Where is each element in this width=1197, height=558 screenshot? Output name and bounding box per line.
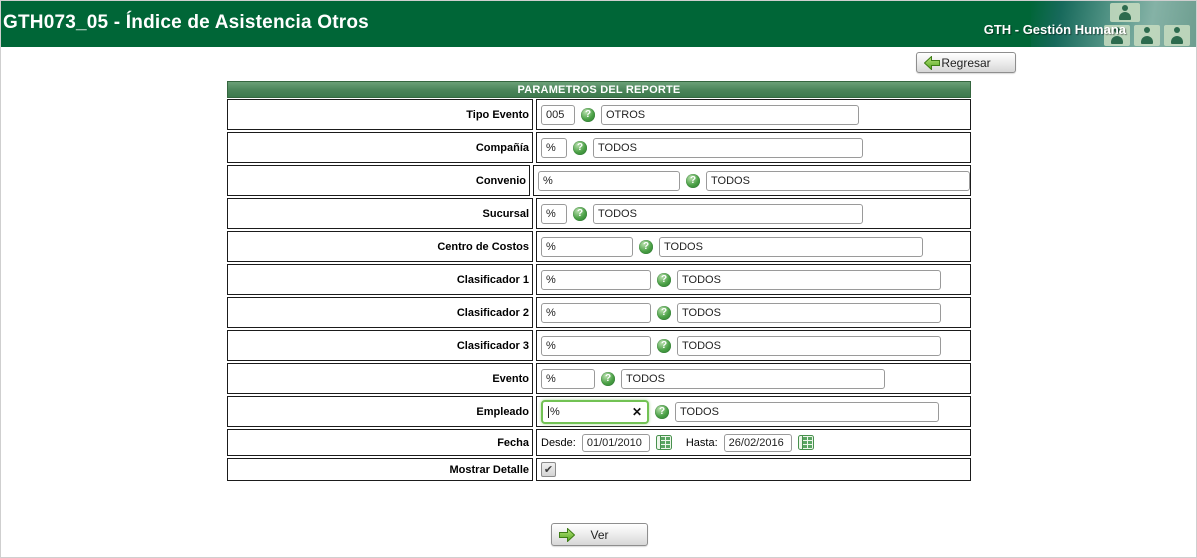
person-icon <box>1164 25 1190 46</box>
empleado-fields: % <box>536 396 971 427</box>
convenio-desc-input[interactable] <box>706 170 970 191</box>
sucursal-label: Sucursal <box>227 198 533 229</box>
table-title: PARAMETROS DEL REPORTE <box>227 81 971 98</box>
help-icon[interactable] <box>655 404 669 419</box>
row-fecha: Fecha Desde: Hasta: <box>227 429 971 456</box>
row-empleado: Empleado % <box>227 396 971 427</box>
help-icon[interactable] <box>686 173 700 188</box>
sucursal-fields <box>536 198 971 229</box>
empleado-code-input[interactable]: % <box>541 399 649 424</box>
mostrar-detalle-fields <box>536 458 971 481</box>
empleado-label: Empleado <box>227 396 533 427</box>
clasificador3-fields <box>536 330 971 361</box>
compania-fields <box>536 132 971 163</box>
convenio-code-input[interactable] <box>538 170 680 191</box>
app-window: GTH073_05 - Índice de Asistencia Otros G… <box>0 0 1197 558</box>
sucursal-code-input[interactable] <box>541 203 567 224</box>
clasificador1-label: Clasificador 1 <box>227 264 533 295</box>
tipo-evento-fields <box>536 99 971 130</box>
page-title: GTH073_05 - Índice de Asistencia Otros <box>3 12 369 33</box>
fecha-hasta-input[interactable] <box>723 433 792 452</box>
centro-costos-code-input[interactable] <box>541 236 633 257</box>
mostrar-detalle-checkbox[interactable] <box>541 462 556 477</box>
evento-code-input[interactable] <box>541 368 595 389</box>
row-sucursal: Sucursal <box>227 198 971 229</box>
row-mostrar-detalle: Mostrar Detalle <box>227 458 971 481</box>
row-evento: Evento <box>227 363 971 394</box>
clasificador3-desc-input[interactable] <box>677 335 941 356</box>
convenio-label: Convenio <box>227 165 530 196</box>
tipo-evento-desc-input[interactable] <box>601 104 859 125</box>
calendar-icon[interactable] <box>797 435 814 450</box>
tipo-evento-code-input[interactable] <box>541 104 575 125</box>
help-icon[interactable] <box>639 239 653 254</box>
arrow-left-icon <box>924 55 940 70</box>
fecha-fields: Desde: Hasta: <box>536 429 971 456</box>
regresar-button[interactable]: Regresar <box>916 52 1016 73</box>
empleado-code-value: % <box>550 405 560 418</box>
help-icon[interactable] <box>601 371 615 386</box>
compania-desc-input[interactable] <box>593 137 863 158</box>
header-bar: GTH073_05 - Índice de Asistencia Otros G… <box>1 1 1196 47</box>
mostrar-detalle-label: Mostrar Detalle <box>227 458 533 481</box>
arrow-right-icon <box>559 527 575 542</box>
person-icon <box>1110 3 1140 22</box>
centro-costos-fields <box>536 231 971 262</box>
clasificador1-desc-input[interactable] <box>677 269 941 290</box>
row-centro-de-costos: Centro de Costos <box>227 231 971 262</box>
clasificador1-fields <box>536 264 971 295</box>
desde-label: Desde: <box>541 436 576 449</box>
row-compania: Compañía <box>227 132 971 163</box>
centro-costos-desc-input[interactable] <box>659 236 923 257</box>
clasificador3-code-input[interactable] <box>541 335 651 356</box>
help-icon[interactable] <box>581 107 595 122</box>
compania-label: Compañía <box>227 132 533 163</box>
row-convenio: Convenio <box>227 165 971 196</box>
clasificador3-label: Clasificador 3 <box>227 330 533 361</box>
centro-costos-label: Centro de Costos <box>227 231 533 262</box>
ver-button[interactable]: Ver <box>551 523 648 546</box>
help-icon[interactable] <box>573 140 587 155</box>
brand-label: GTH - Gestión Humana <box>983 22 1126 37</box>
hasta-label: Hasta: <box>685 436 718 449</box>
evento-desc-input[interactable] <box>621 368 885 389</box>
fecha-desde-input[interactable] <box>581 433 650 452</box>
clasificador2-label: Clasificador 2 <box>227 297 533 328</box>
fecha-label: Fecha <box>227 429 533 456</box>
report-parameters-table: PARAMETROS DEL REPORTE Tipo Evento Compa… <box>227 81 971 483</box>
row-tipo-evento: Tipo Evento <box>227 99 971 130</box>
tipo-evento-label: Tipo Evento <box>227 99 533 130</box>
sucursal-desc-input[interactable] <box>593 203 863 224</box>
clasificador2-desc-input[interactable] <box>677 302 941 323</box>
clasificador1-code-input[interactable] <box>541 269 651 290</box>
empleado-desc-input[interactable] <box>675 401 939 422</box>
regresar-label: Regresar <box>941 55 991 70</box>
clasificador2-fields <box>536 297 971 328</box>
compania-code-input[interactable] <box>541 137 567 158</box>
evento-label: Evento <box>227 363 533 394</box>
person-icon <box>1134 25 1160 46</box>
evento-fields <box>536 363 971 394</box>
row-clasificador-3: Clasificador 3 <box>227 330 971 361</box>
row-clasificador-1: Clasificador 1 <box>227 264 971 295</box>
ver-label: Ver <box>590 527 609 542</box>
clear-icon[interactable] <box>632 406 642 418</box>
help-icon[interactable] <box>657 338 671 353</box>
clasificador2-code-input[interactable] <box>541 302 651 323</box>
text-caret <box>548 405 549 418</box>
calendar-icon[interactable] <box>655 435 672 450</box>
help-icon[interactable] <box>657 272 671 287</box>
help-icon[interactable] <box>657 305 671 320</box>
help-icon[interactable] <box>573 206 587 221</box>
row-clasificador-2: Clasificador 2 <box>227 297 971 328</box>
convenio-fields <box>533 165 971 196</box>
